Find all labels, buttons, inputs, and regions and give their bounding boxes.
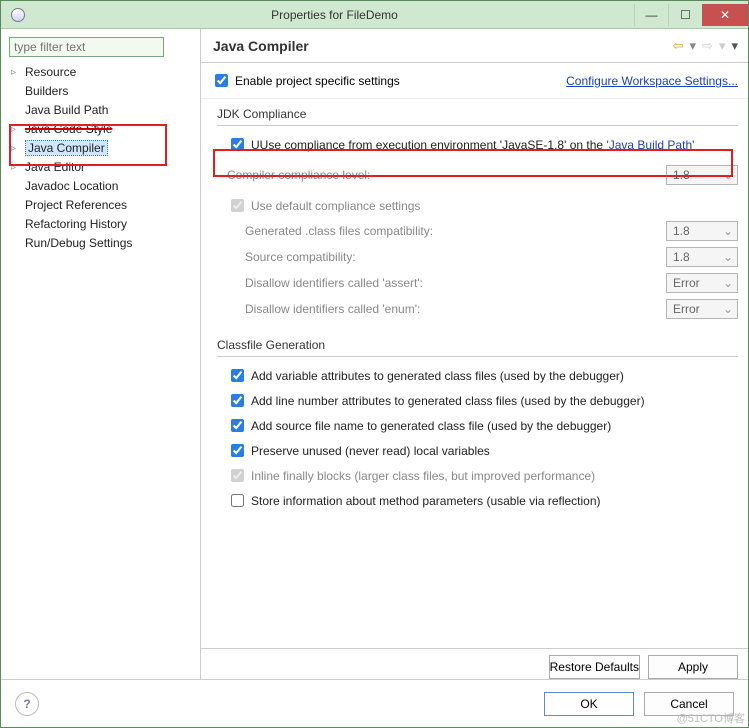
cf-line-num-checkbox[interactable]: Add line number attributes to generated … bbox=[227, 391, 645, 410]
tree-item-refactoring[interactable]: Refactoring History bbox=[11, 215, 200, 234]
classfile-title: Classfile Generation bbox=[217, 334, 738, 357]
tree-item-javadoc[interactable]: Javadoc Location bbox=[11, 177, 200, 196]
java-build-path-link[interactable]: 'Java Build Path' bbox=[606, 138, 694, 152]
window-title: Properties for FileDemo bbox=[271, 8, 398, 22]
class-compat-combo: 1.8 bbox=[666, 221, 738, 241]
nav-arrows: ⇦▾ ⇨▾ ▾ bbox=[673, 38, 738, 54]
menu-icon[interactable]: ▾ bbox=[731, 38, 738, 54]
minimize-button[interactable]: — bbox=[634, 4, 668, 26]
cf-preserve-unused-checkbox[interactable]: Preserve unused (never read) local varia… bbox=[227, 441, 490, 460]
tree-item-project-refs[interactable]: Project References bbox=[11, 196, 200, 215]
jdk-compliance-title: JDK Compliance bbox=[217, 103, 738, 126]
enable-project-settings-checkbox[interactable]: Enable project specific settings bbox=[211, 71, 400, 90]
cf-var-attrs-checkbox[interactable]: Add variable attributes to generated cla… bbox=[227, 366, 624, 385]
eclipse-icon bbox=[11, 8, 25, 22]
forward-icon: ⇨ bbox=[702, 38, 713, 54]
properties-dialog: Properties for FileDemo — ☐ ✕ Resource B… bbox=[0, 0, 749, 728]
tree-item-java-editor[interactable]: Java Editor bbox=[11, 158, 200, 177]
compliance-level-row: Compiler compliance level: 1.8 bbox=[217, 157, 738, 193]
use-default-compliance-checkbox: Use default compliance settings bbox=[227, 196, 420, 215]
cf-inline-finally-checkbox: Inline finally blocks (larger class file… bbox=[227, 466, 595, 485]
title-bar: Properties for FileDemo — ☐ ✕ bbox=[1, 1, 748, 29]
compliance-level-combo[interactable]: 1.8 bbox=[666, 165, 738, 185]
source-compat-combo: 1.8 bbox=[666, 247, 738, 267]
filter-input[interactable] bbox=[9, 37, 164, 57]
enum-combo: Error bbox=[666, 299, 738, 319]
back-icon[interactable]: ⇦ bbox=[673, 38, 684, 54]
tree-item-builders[interactable]: Builders bbox=[11, 82, 200, 101]
tree-item-java-compiler[interactable]: Java Compiler bbox=[11, 139, 200, 158]
ok-button[interactable]: OK bbox=[544, 692, 634, 716]
page-title: Java Compiler bbox=[213, 38, 309, 54]
tree-item-code-style[interactable]: Java Code Style bbox=[11, 120, 200, 139]
restore-defaults-button[interactable]: Restore Defaults bbox=[549, 655, 640, 679]
maximize-button[interactable]: ☐ bbox=[668, 4, 702, 26]
tree-item-resource[interactable]: Resource bbox=[11, 63, 200, 82]
cf-source-file-checkbox[interactable]: Add source file name to generated class … bbox=[227, 416, 611, 435]
close-button[interactable]: ✕ bbox=[702, 4, 748, 26]
tree-item-run-debug[interactable]: Run/Debug Settings bbox=[11, 234, 200, 253]
configure-workspace-link[interactable]: Configure Workspace Settings... bbox=[566, 74, 738, 88]
sidebar-tree: Resource Builders Java Build Path Java C… bbox=[1, 63, 200, 253]
help-icon[interactable]: ? bbox=[15, 692, 39, 716]
cancel-button[interactable]: Cancel bbox=[644, 692, 734, 716]
sidebar: Resource Builders Java Build Path Java C… bbox=[1, 29, 201, 679]
cf-store-params-checkbox[interactable]: Store information about method parameter… bbox=[227, 491, 601, 510]
tree-item-build-path[interactable]: Java Build Path bbox=[11, 101, 200, 120]
main-panel: Java Compiler ⇦▾ ⇨▾ ▾ Enable project spe… bbox=[201, 29, 748, 679]
apply-button[interactable]: Apply bbox=[648, 655, 738, 679]
use-exec-env-checkbox[interactable]: UUse compliance from execution environme… bbox=[227, 135, 694, 154]
assert-combo: Error bbox=[666, 273, 738, 293]
